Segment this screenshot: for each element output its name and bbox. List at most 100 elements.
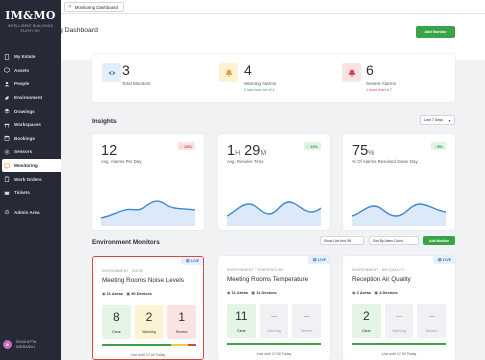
warning-tile[interactable]: – Warning: [259, 304, 289, 338]
monitor-card-noise[interactable]: 👁 LIVE ENVIRONMENT · NOISE Meeting Rooms…: [92, 256, 204, 360]
trend-badge: ↓ 12%: [303, 142, 321, 150]
insight-value: 12: [101, 143, 118, 159]
bell-icon: [219, 63, 238, 82]
status-bar: [102, 344, 196, 346]
monitor-category: ENVIRONMENT · AIR QUALITY: [352, 268, 405, 272]
top-bar: ✕ Monitoring Dashboard: [61, 0, 485, 14]
monitor-footer: Live until 17:00 Today: [381, 352, 417, 356]
sidebar-item-label: People: [14, 81, 30, 87]
sidebar-item-admin-area[interactable]: Admin Area: [0, 206, 61, 220]
insight-label: % Of Alarms Resolved Same Day: [352, 159, 418, 164]
insight-value: 1H 29M: [227, 143, 267, 159]
device-icon: ▣: [374, 290, 379, 295]
monitor-meta: ◉ 11 Areas ▣ 30 Devices: [102, 291, 152, 296]
monitor-footer: Live until 17:00 Today: [256, 352, 292, 356]
summary-card: 3 Total Monitors 4 Warning Alarms 2 last…: [92, 54, 455, 102]
user-profile[interactable]: SI SENGUPTA INDRANUJ: [3, 340, 37, 349]
sort-select[interactable]: Sort By Alarm Count: [369, 236, 419, 245]
pin-icon: ◉: [227, 290, 231, 295]
people-icon: [4, 81, 10, 87]
warning-alarms-value: 4: [244, 62, 252, 78]
sidebar-item-label: Drawings: [14, 108, 35, 114]
status-bar: [352, 343, 446, 345]
user-name: SENGUPTA INDRANUJ: [16, 340, 37, 349]
sidebar-item-label: Monitoring: [14, 163, 38, 169]
severe-tile[interactable]: 1 Severe: [167, 305, 197, 339]
monitor-title: Reception Air Quality: [352, 276, 411, 283]
sidebar-item-label: Workspaces: [14, 122, 41, 128]
severe-alarms-label: Severe Alarms: [366, 81, 396, 86]
monitor-meta: ◉ 2 Areas ▣ 4 Devices: [352, 290, 398, 295]
calendar-icon: [4, 135, 10, 142]
warning-alarms-label: Warning Alarms: [244, 81, 277, 86]
add-environment-monitor-button[interactable]: Add Monitor: [423, 236, 455, 245]
avatar: SI: [3, 340, 12, 349]
tab-label: Monitoring Dashboard: [74, 4, 118, 10]
monitor-card-temperature[interactable]: 👁 LIVE ENVIRONMENT · TEMPERATURE Meeting…: [218, 256, 330, 360]
insight-label: Avg. Resolve Time: [227, 159, 264, 164]
chevron-down-icon: ▼: [448, 119, 451, 123]
sidebar-item-label: Environment: [14, 95, 43, 101]
warning-tile[interactable]: 2 Warning: [134, 305, 164, 339]
live-badge: 👁 LIVE: [181, 257, 203, 265]
clear-tile[interactable]: 2 Clear: [352, 304, 381, 338]
severe-tile[interactable]: – Severe: [417, 304, 447, 338]
sidebar-item-environment[interactable]: Environment: [0, 91, 61, 105]
close-icon[interactable]: ✕: [68, 4, 72, 10]
sidebar-item-tickets[interactable]: Tickets: [0, 186, 61, 200]
clear-tile[interactable]: 11 Clear: [227, 304, 256, 338]
warning-tile[interactable]: – Warning: [384, 304, 414, 338]
tab-monitoring-dashboard[interactable]: ✕ Monitoring Dashboard: [64, 2, 124, 12]
severe-alarms-value: 6: [366, 62, 374, 78]
date-range-select[interactable]: Last 7 Days ▼: [420, 115, 455, 125]
device-icon: ▣: [126, 291, 131, 296]
sidebar-nav: My Estate Assets People Environment Draw…: [0, 50, 61, 219]
sidebar-item-assets[interactable]: Assets: [0, 64, 61, 78]
trend-badge: ↑ 12%: [177, 142, 195, 150]
insights-title: Insights: [92, 118, 117, 125]
monitor-meta: ◉ 11 Areas ▣ 11 Devices: [227, 290, 277, 295]
live-filter-select[interactable]: Show Live And Off: [320, 236, 364, 245]
alarm-tiles: 2 Clear – Warning – Severe: [352, 304, 447, 338]
sidebar-item-sensors[interactable]: Sensors: [0, 145, 61, 159]
clipboard-icon: [4, 176, 10, 182]
ticket-icon: [4, 190, 10, 196]
monitor-title: Meeting Rooms Temperature: [227, 276, 309, 283]
pin-icon: ◉: [352, 290, 356, 295]
sidebar-item-drawings[interactable]: Drawings: [0, 104, 61, 118]
status-bar: [227, 343, 321, 345]
add-monitor-button[interactable]: Add Monitor: [416, 26, 455, 38]
trend-badge: ↑ 8%: [431, 142, 446, 150]
live-badge: 👁 LIVE: [433, 256, 455, 264]
trend-chart: [227, 201, 321, 226]
severe-tile[interactable]: – Severe: [292, 304, 322, 338]
environment-monitors-title: Environment Monitors: [92, 239, 160, 246]
live-badge: 👁 LIVE: [308, 256, 330, 264]
monitor-card-air-quality[interactable]: 👁 LIVE ENVIRONMENT · AIR QUALITY Recepti…: [343, 256, 455, 360]
alarm-tiles: 11 Clear – Warning – Severe: [227, 304, 322, 338]
sidebar-item-my-estate[interactable]: My Estate: [0, 50, 61, 64]
sidebar-item-work-orders[interactable]: Work Orders: [0, 172, 61, 186]
clear-tile[interactable]: 8 Clear: [102, 305, 131, 339]
page-title: Monitoring Dashboard: [31, 27, 98, 34]
sidebar-item-workspaces[interactable]: Workspaces: [0, 118, 61, 132]
sidebar-item-people[interactable]: People: [0, 77, 61, 91]
sidebar-item-label: Admin Area: [14, 209, 40, 215]
sidebar: IM&MO INTELLIGENT BUILDINGS PLATFORM My …: [0, 0, 61, 360]
insight-value: 75%: [352, 143, 375, 159]
sidebar-item-label: Assets: [14, 67, 30, 73]
sidebar-item-monitoring[interactable]: Monitoring: [2, 158, 61, 173]
alert-bell-icon: [342, 63, 361, 82]
total-monitors-label: Total Monitors: [122, 81, 151, 86]
sidebar-item-label: Sensors: [14, 149, 33, 155]
logo[interactable]: IM&MO: [0, 9, 61, 22]
sidebar-item-label: Bookings: [14, 135, 35, 141]
trend-chart: [101, 200, 195, 226]
cube-icon: [4, 67, 10, 74]
monitor-icon: [4, 163, 10, 169]
total-monitors-value: 3: [122, 62, 130, 78]
device-icon: ▣: [251, 290, 256, 295]
alarm-tiles: 8 Clear 2 Warning 1 Severe: [102, 305, 197, 339]
monitor-category: ENVIRONMENT · TEMPERATURE: [227, 268, 284, 272]
sidebar-item-bookings[interactable]: Bookings: [0, 132, 61, 146]
